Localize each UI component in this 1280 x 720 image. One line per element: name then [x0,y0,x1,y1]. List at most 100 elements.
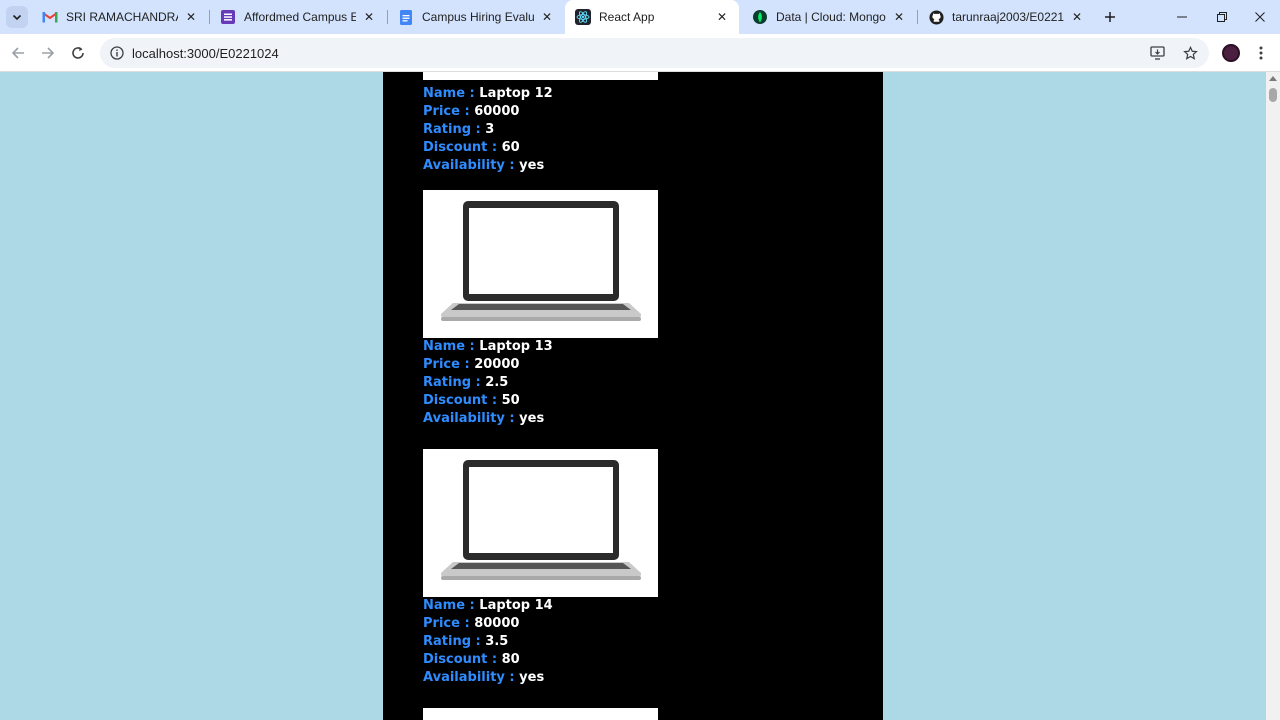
discount-label: Discount [423,393,488,408]
bookmark-star-icon[interactable] [1175,38,1205,68]
site-info-icon[interactable] [102,38,132,68]
name-label: Name [423,598,466,613]
price-label: Price [423,104,460,119]
forms-icon [220,9,236,25]
docs-icon [398,9,414,25]
scroll-up-arrow-icon[interactable] [1269,76,1277,81]
tab-github[interactable]: tarunraaj2003/E0221024 ✕ [918,0,1094,34]
availability-label: Availability [423,670,505,685]
product-discount-row: Discount : 60 [423,139,658,157]
product-availability: yes [519,411,545,426]
minimize-button[interactable] [1162,0,1202,34]
new-tab-button[interactable] [1099,6,1121,28]
tab-title: Data | Cloud: MongoDB Cl [776,10,886,24]
availability-label: Availability [423,158,505,173]
laptop-image [423,190,658,338]
close-icon[interactable]: ✕ [892,10,906,24]
product-price-row: Price : 20000 [423,356,658,374]
install-app-icon[interactable] [1143,38,1173,68]
product-name-row: Name : Laptop 13 [423,338,658,356]
reload-icon [72,47,84,59]
tab-title: Campus Hiring Evaluation [422,10,534,24]
profile-avatar[interactable] [1222,44,1240,62]
restore-button[interactable] [1202,0,1242,34]
close-icon[interactable]: ✕ [715,10,729,24]
product-card: Name : Laptop 14 Price : 80000 Rating : … [423,449,658,687]
product-price-row: Price : 80000 [423,615,658,633]
rating-label: Rating [423,122,472,137]
tab-title: Affordmed Campus Evalua [244,10,356,24]
separator: : [465,86,480,101]
gmail-icon [42,9,58,25]
product-rating-row: Rating : 2.5 [423,374,658,392]
scrollbar-thumb[interactable] [1269,88,1277,102]
product-rating: 3 [485,122,495,137]
product-details: Name : Laptop 12 Price : 60000 Rating : … [423,85,658,175]
product-name-row: Name : Laptop 14 [423,597,658,615]
product-name: Laptop 14 [479,598,553,613]
product-price: 60000 [474,104,520,119]
separator: : [487,652,502,667]
product-name: Laptop 12 [479,86,553,101]
back-button[interactable] [4,39,32,67]
address-bar[interactable]: localhost:3000/E0221024 [100,38,1209,68]
product-availability-row: Availability : yes [423,410,658,428]
page-scrollbar[interactable] [1266,72,1280,720]
product-card: Name : Laptop 12 Price : 60000 Rating : … [423,85,658,175]
restore-icon [1217,12,1227,22]
product-discount-row: Discount : 80 [423,651,658,669]
product-price: 20000 [474,357,520,372]
separator: : [471,122,486,137]
name-label: Name [423,86,466,101]
product-rating: 2.5 [485,375,509,390]
close-icon [1255,12,1265,22]
separator: : [504,670,520,685]
more-vertical-icon [1259,46,1263,60]
product-name-row: Name : Laptop 12 [423,85,658,103]
product-list-panel: Name : Laptop 12 Price : 60000 Rating : … [383,72,883,720]
arrow-right-icon [42,47,55,59]
arrow-left-icon [11,47,24,59]
tab-affordmed-form[interactable]: Affordmed Campus Evalua ✕ [210,0,386,34]
url-text[interactable]: localhost:3000/E0221024 [132,46,279,61]
forward-button[interactable] [34,39,62,67]
rating-label: Rating [423,375,472,390]
tab-react-app[interactable]: React App ✕ [565,0,739,34]
github-icon [928,9,944,25]
product-discount: 80 [501,652,520,667]
tab-search-button[interactable] [6,6,28,28]
separator: : [465,339,480,354]
product-discount: 60 [501,140,520,155]
close-icon[interactable]: ✕ [540,10,554,24]
browser-menu-button[interactable] [1247,39,1275,67]
close-icon[interactable]: ✕ [184,10,198,24]
minimize-icon [1177,16,1187,18]
product-image-partial [423,72,658,80]
tab-campus-hiring-doc[interactable]: Campus Hiring Evaluation ✕ [388,0,564,34]
product-details: Name : Laptop 13 Price : 20000 Rating : … [423,338,658,428]
close-window-button[interactable] [1240,0,1280,34]
separator: : [471,375,486,390]
reload-button[interactable] [64,39,92,67]
chevron-down-icon [12,14,22,21]
close-icon[interactable]: ✕ [362,10,376,24]
separator: : [459,104,475,119]
name-label: Name [423,339,466,354]
separator: : [459,357,475,372]
separator: : [465,598,480,613]
product-rating: 3.5 [485,634,509,649]
separator: : [504,158,520,173]
tab-title: React App [599,10,655,24]
product-price-row: Price : 60000 [423,103,658,121]
tab-gmail[interactable]: SRI RAMACHANDRA - Affo ✕ [32,0,208,34]
plus-icon [1105,12,1115,22]
product-discount: 50 [501,393,520,408]
product-availability: yes [519,670,545,685]
tab-mongodb[interactable]: Data | Cloud: MongoDB Cl ✕ [742,0,916,34]
product-price: 80000 [474,616,520,631]
product-rating-row: Rating : 3.5 [423,633,658,651]
product-rating-row: Rating : 3 [423,121,658,139]
tab-title: SRI RAMACHANDRA - Affo [66,10,178,24]
close-icon[interactable]: ✕ [1070,10,1084,24]
page-viewport: Name : Laptop 12 Price : 60000 Rating : … [0,72,1266,720]
